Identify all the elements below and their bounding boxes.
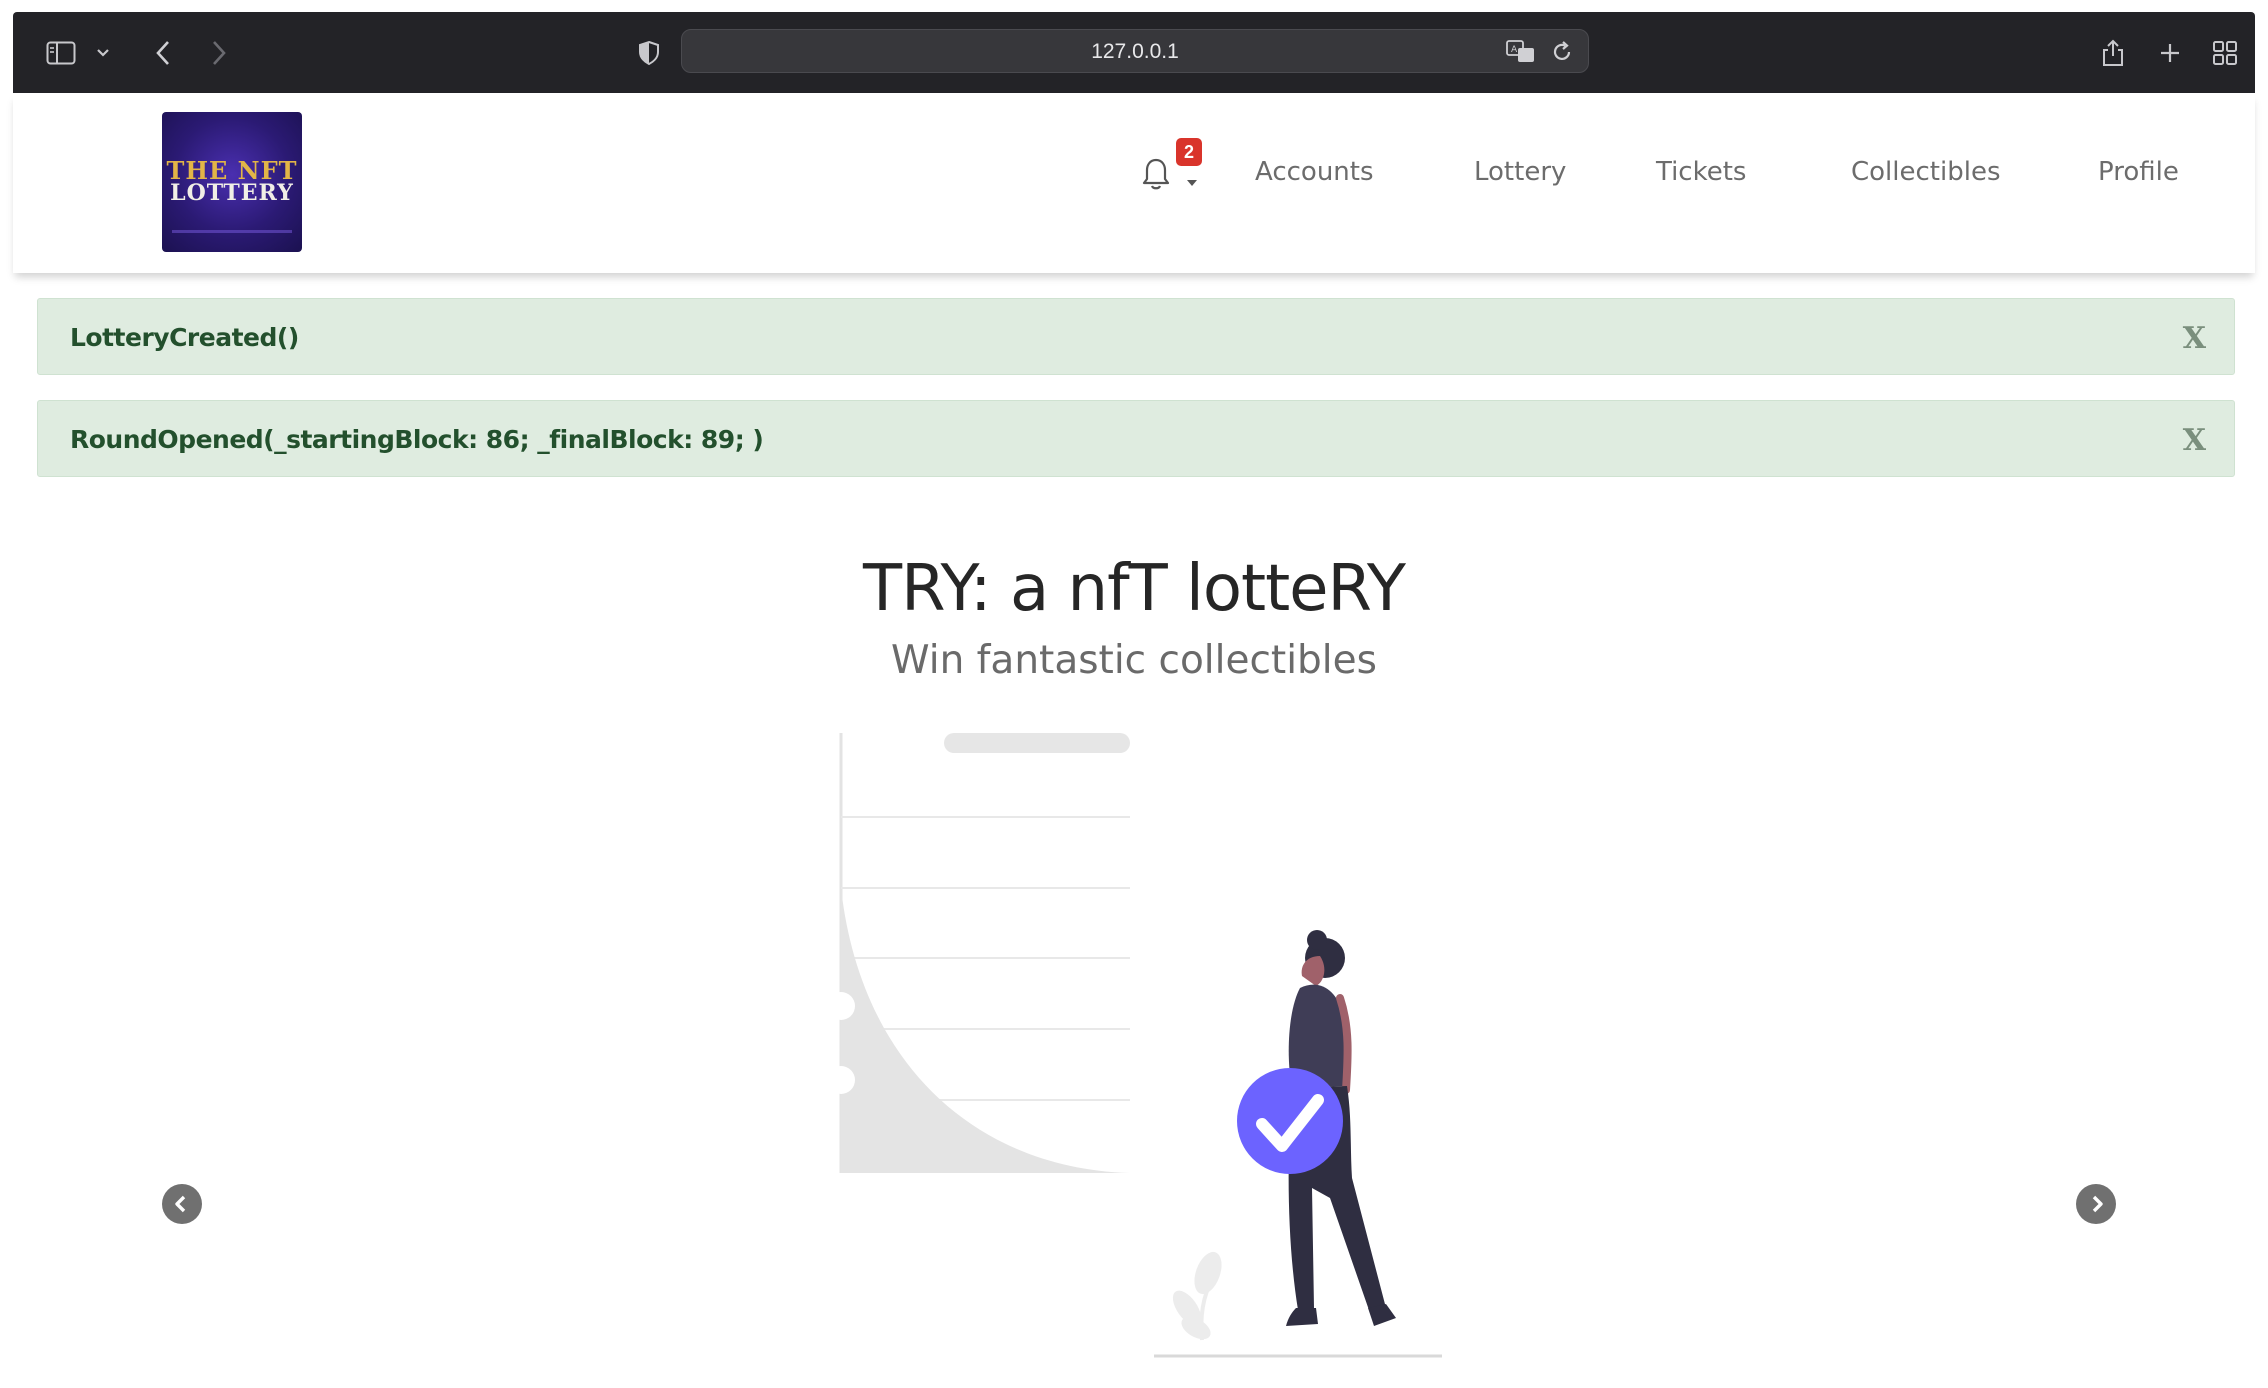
browser-toolbar: 127.0.0.1 A: [13, 12, 2255, 93]
caret-down-icon: [1187, 180, 1197, 186]
svg-text:A: A: [1511, 45, 1518, 55]
alert-close-button[interactable]: X: [2183, 299, 2206, 376]
nav-accounts[interactable]: Accounts: [1255, 155, 1374, 189]
site-logo[interactable]: THE NFT LOTTERY: [162, 112, 302, 252]
sidebar-icon[interactable]: [41, 12, 81, 93]
site-header: THE NFT LOTTERY 2 Accounts Lottery Ticke…: [13, 93, 2255, 273]
alert-message: LotteryCreated(): [70, 323, 299, 352]
tab-overview-icon[interactable]: [2205, 12, 2245, 93]
url-text: 127.0.0.1: [1091, 40, 1179, 63]
share-icon[interactable]: [2093, 12, 2133, 93]
chevron-left-icon: [156, 40, 169, 65]
forward-button[interactable]: [199, 12, 239, 93]
nav-tickets[interactable]: Tickets: [1656, 155, 1746, 189]
nav-profile[interactable]: Profile: [2098, 155, 2179, 189]
alert-close-button[interactable]: X: [2183, 401, 2206, 478]
logo-line-2: LOTTERY: [170, 180, 294, 206]
hero-subtitle: Win fantastic collectibles: [891, 638, 1377, 683]
hero-illustration: [830, 733, 1442, 1358]
alert-round-opened: RoundOpened(_startingBlock: 86; _finalBl…: [37, 400, 2235, 477]
hero-title: TRY: a nfT lotteRY: [862, 552, 1406, 626]
alert-lottery-created: LotteryCreated() X: [37, 298, 2235, 375]
address-bar[interactable]: 127.0.0.1 A: [681, 29, 1589, 73]
bell-icon: [1142, 158, 1170, 190]
shield-icon[interactable]: [629, 12, 669, 93]
plus-icon[interactable]: [2150, 12, 2190, 93]
nav-collectibles[interactable]: Collectibles: [1851, 155, 2001, 189]
chevron-right-icon: [213, 40, 226, 65]
carousel-next-button[interactable]: [2076, 1184, 2116, 1224]
translate-icon[interactable]: A: [1506, 39, 1536, 70]
notifications-dropdown[interactable]: 2: [1133, 138, 1203, 198]
nav-lottery[interactable]: Lottery: [1474, 155, 1566, 189]
back-button[interactable]: [143, 12, 183, 93]
notification-badge: 2: [1176, 138, 1202, 166]
carousel-prev-button[interactable]: [162, 1184, 202, 1224]
alert-message: RoundOpened(_startingBlock: 86; _finalBl…: [70, 425, 764, 454]
carousel-next-icon: [2092, 1195, 2103, 1213]
chevron-down-icon[interactable]: [91, 12, 115, 93]
carousel-prev-icon: [175, 1195, 186, 1213]
reload-icon[interactable]: [1550, 40, 1574, 69]
